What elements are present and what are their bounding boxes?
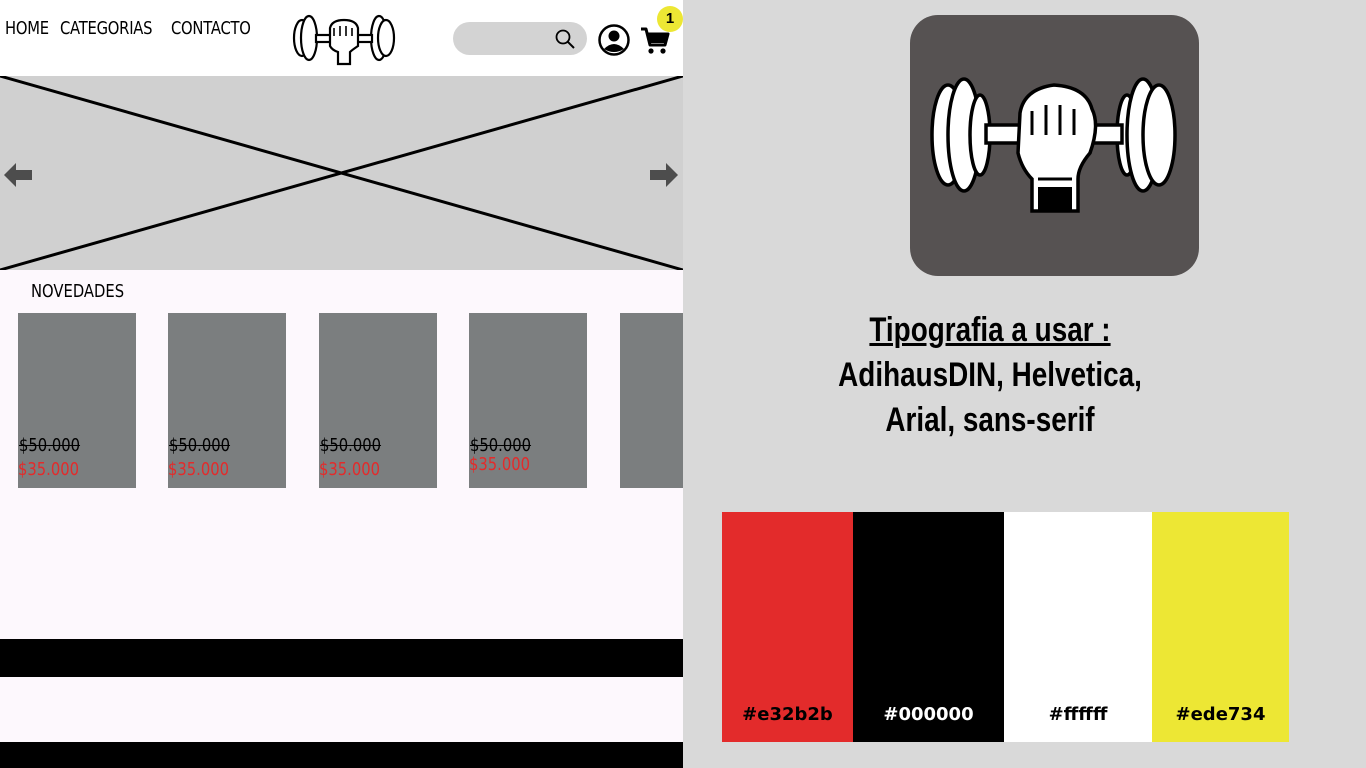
old-price: $50.000 — [320, 435, 382, 456]
typography-fonts-line-1: AdihausDIN, Helvetica, — [838, 356, 1142, 394]
swatch-label: #ede734 — [1175, 704, 1266, 725]
main-nav: HOME CATEGORIAS CONTACTO — [5, 18, 268, 39]
swatch-label: #ffffff — [1048, 704, 1108, 725]
user-icon[interactable] — [598, 24, 630, 56]
sale-price: $35.000 — [469, 454, 531, 475]
website-mockup: HOME CATEGORIAS CONTACTO 1 NOVEDADES $50… — [0, 0, 683, 768]
sale-price: $35.000 — [319, 459, 381, 480]
product-card[interactable]: $50.000 $35.000 — [469, 313, 587, 488]
typography-spec: Tipografia a usar : AdihausDIN, Helvetic… — [770, 308, 1210, 443]
nav-categorias[interactable]: CATEGORIAS — [60, 18, 153, 39]
color-swatch-white: #ffffff — [1004, 512, 1152, 742]
section-title: NOVEDADES — [31, 281, 125, 302]
dumbbell-fist-icon[interactable] — [292, 10, 396, 68]
typography-heading: Tipografia a usar : — [869, 311, 1111, 349]
sale-price: $35.000 — [18, 459, 80, 480]
header: HOME CATEGORIAS CONTACTO 1 — [0, 0, 683, 76]
brand-logo — [910, 15, 1199, 276]
sale-price: $35.000 — [168, 459, 230, 480]
product-card[interactable]: $50.000 $35.000 — [18, 313, 136, 488]
nav-contacto[interactable]: CONTACTO — [171, 18, 251, 39]
footer-bar — [0, 639, 683, 677]
old-price: $50.000 — [470, 435, 532, 456]
product-card[interactable]: $50.000 $35.000 — [319, 313, 437, 488]
footer-bar — [0, 742, 683, 768]
arrow-left-icon[interactable] — [4, 163, 32, 187]
swatch-label: #000000 — [883, 704, 974, 725]
cart-count-badge: 1 — [657, 6, 683, 32]
color-swatch-black: #000000 — [853, 512, 1004, 742]
search-icon[interactable] — [555, 29, 575, 49]
typography-fonts-line-2: Arial, sans-serif — [885, 401, 1095, 439]
hero-slider — [0, 76, 683, 270]
swatch-label: #e32b2b — [742, 704, 833, 725]
old-price: $50.000 — [19, 435, 81, 456]
color-palette: #e32b2b #000000 #ffffff #ede734 — [722, 512, 1289, 742]
old-price: $50.000 — [169, 435, 231, 456]
image-placeholder — [0, 76, 683, 270]
search-input[interactable] — [453, 22, 587, 55]
color-swatch-red: #e32b2b — [722, 512, 853, 742]
dumbbell-fist-icon — [930, 77, 1177, 213]
nav-home[interactable]: HOME — [5, 18, 49, 39]
color-swatch-yellow: #ede734 — [1152, 512, 1289, 742]
product-card[interactable] — [620, 313, 683, 488]
arrow-right-icon[interactable] — [650, 163, 678, 187]
product-card[interactable]: $50.000 $35.000 — [168, 313, 286, 488]
